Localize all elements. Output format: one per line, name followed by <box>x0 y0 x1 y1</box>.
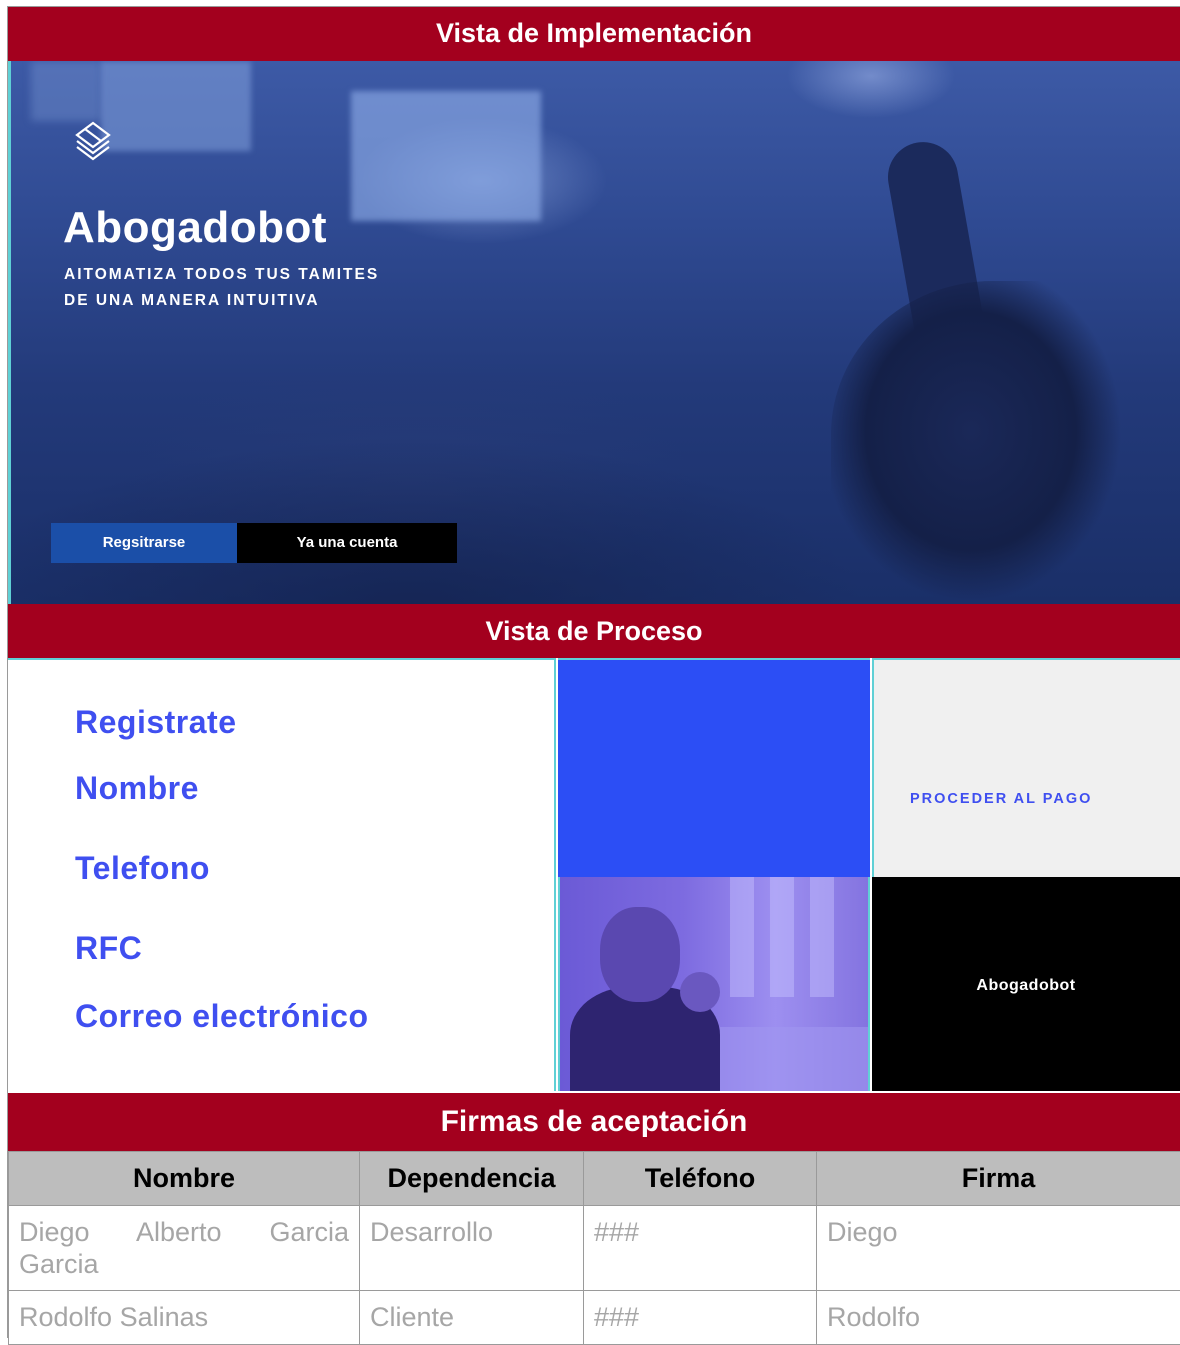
table-header-row: Nombre Dependencia Teléfono Firma <box>9 1152 1180 1206</box>
signatures-table: Nombre Dependencia Teléfono Firma Diego … <box>8 1151 1180 1345</box>
cell-phone: ### <box>584 1206 817 1291</box>
foreground-person <box>831 281 1180 604</box>
signatures-header: Firmas de aceptación <box>8 1093 1180 1151</box>
hero-banner: Abogadobot AITOMATIZA TODOS TUS TAMITES … <box>8 61 1180 604</box>
implementation-view-header: Vista de Implementación <box>8 7 1180 61</box>
proceed-to-payment-button[interactable]: PROCEDER AL PAGO <box>910 790 1110 809</box>
column-header-department: Dependencia <box>360 1152 584 1206</box>
name-field-label[interactable]: Nombre <box>75 770 199 807</box>
background-screen <box>351 91 541 221</box>
process-view-header: Vista de Proceso <box>8 604 1180 658</box>
process-mockup: Registrate Nombre Telefono RFC Correo el… <box>8 658 1180 1093</box>
layered-diamond-icon <box>73 119 113 163</box>
cell-name: Diego Alberto Garcia Garcia <box>9 1206 360 1291</box>
register-button[interactable]: Regsitrarse <box>51 523 237 563</box>
registration-form: Registrate Nombre Telefono RFC Correo el… <box>8 658 556 1091</box>
cell-phone: ### <box>584 1291 817 1345</box>
background-screen <box>31 61 101 121</box>
brand-label: Abogadobot <box>872 977 1180 995</box>
person-hand <box>680 972 720 1012</box>
brand-tile: Abogadobot <box>872 877 1180 1091</box>
blue-tile <box>558 658 870 877</box>
window-pane <box>730 877 754 997</box>
desk <box>720 1027 870 1091</box>
existing-account-button[interactable]: Ya una cuenta <box>237 523 457 563</box>
payment-tile: PROCEDER AL PAGO <box>872 658 1180 877</box>
column-header-name: Nombre <box>9 1152 360 1206</box>
form-title: Registrate <box>75 704 237 741</box>
column-header-signature: Firma <box>817 1152 1180 1206</box>
hero-subtitle: AITOMATIZA TODOS TUS TAMITES DE UNA MANE… <box>64 262 379 314</box>
person-head <box>600 907 680 1002</box>
client-photo <box>558 877 870 1091</box>
rfc-field-label[interactable]: RFC <box>75 930 142 967</box>
email-field-label[interactable]: Correo electrónico <box>75 998 369 1035</box>
cell-department: Desarrollo <box>360 1206 584 1291</box>
cell-department: Cliente <box>360 1291 584 1345</box>
background-screen <box>101 61 251 151</box>
window-pane <box>810 877 834 997</box>
cell-signature: Diego <box>817 1206 1180 1291</box>
phone-field-label[interactable]: Telefono <box>75 850 210 887</box>
table-row: Rodolfo Salinas Cliente ### Rodolfo <box>9 1291 1180 1345</box>
hero-title: Abogadobot <box>63 203 327 253</box>
table-row: Diego Alberto Garcia Garcia Desarrollo #… <box>9 1206 1180 1291</box>
window-pane <box>770 877 794 997</box>
column-header-phone: Teléfono <box>584 1152 817 1206</box>
cell-name: Rodolfo Salinas <box>9 1291 360 1345</box>
cell-signature: Rodolfo <box>817 1291 1180 1345</box>
